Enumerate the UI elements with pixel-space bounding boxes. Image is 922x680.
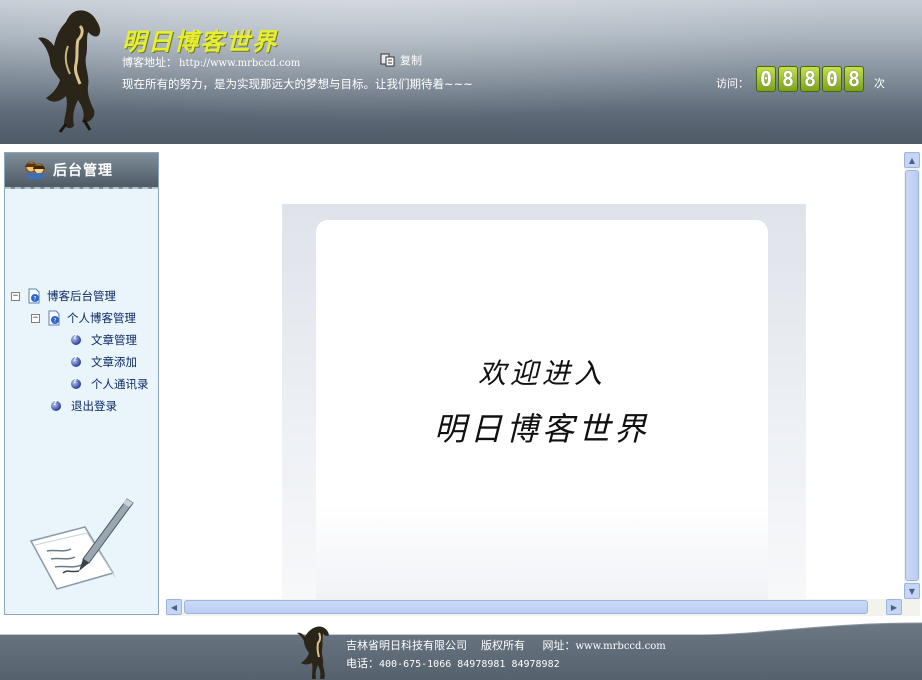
collapse-toggle-icon[interactable]: −	[11, 291, 20, 301]
tree-label: 文章添加	[91, 355, 137, 369]
sidebar: 后台管理 − ? 博客后台管理 − ? 个人博客管理 文章管理	[4, 152, 159, 615]
blog-address-url[interactable]: http://www.mrbccd.com	[179, 58, 300, 69]
header-banner: 明日博客世界 博客地址： http://www.mrbccd.com 复制 现在所…	[0, 0, 922, 144]
counter-digit: 0	[756, 66, 776, 92]
admin-users-icon	[25, 161, 45, 179]
tree-label: 退出登录	[71, 399, 117, 413]
help-bullet-icon	[51, 399, 61, 411]
tree-item-address-book[interactable]: 个人通讯录	[71, 375, 149, 393]
tree-item-logout[interactable]: 退出登录	[51, 397, 117, 415]
welcome-panel: 欢迎进入 明日博客世界	[282, 204, 806, 600]
welcome-blog-name: 明日博客世界	[433, 410, 650, 448]
visit-unit: 次	[874, 77, 885, 90]
footer: 吉林省明日科技有限公司 版权所有 网址：www.mrbccd.com 电话：40…	[0, 619, 922, 680]
copy-label: 复制	[400, 54, 422, 67]
help-bullet-icon	[71, 355, 81, 367]
copy-button[interactable]: 复制	[380, 52, 422, 68]
counter-digit: 8	[778, 66, 798, 92]
tree-label: 文章管理	[91, 333, 137, 347]
tree-item-article-manage[interactable]: 文章管理	[71, 331, 137, 349]
footer-site-link[interactable]: www.mrbccd.com	[575, 641, 665, 652]
counter-digit: 8	[844, 66, 864, 92]
horizontal-scrollbar[interactable]: ◀ ▶	[166, 599, 904, 616]
blog-motto: 现在所有的努力，是为实现那远大的梦想与目标。让我们期待着~~~	[122, 77, 473, 91]
welcome-text: 欢迎进入	[477, 357, 606, 390]
sidebar-header: 后台管理	[5, 153, 158, 189]
footer-phone-numbers: 400-675-1066 84978981 84978982	[379, 659, 560, 670]
help-bullet-icon	[71, 333, 81, 345]
tree-node-personal-blog[interactable]: − ? 个人博客管理	[31, 309, 136, 327]
content-frame: 欢迎进入 明日博客世界	[166, 152, 920, 616]
scroll-left-icon[interactable]: ◀	[166, 599, 182, 615]
footer-copyright: 吉林省明日科技有限公司 版权所有 网址：www.mrbccd.com	[346, 637, 666, 653]
footer-site-label: 网址：	[542, 639, 576, 652]
counter-digit: 0	[822, 66, 842, 92]
horizontal-scroll-thumb[interactable]	[184, 600, 868, 614]
footer-phone-label: 电话：	[346, 657, 379, 670]
footer-rights: 版权所有	[481, 639, 525, 652]
pen-and-paper-icon	[29, 498, 134, 590]
horse-logo-icon	[297, 626, 329, 679]
scroll-down-icon[interactable]: ▼	[904, 583, 920, 599]
counter-digit: 8	[800, 66, 820, 92]
tree-item-article-add[interactable]: 文章添加	[71, 353, 137, 371]
horse-logo-icon	[38, 10, 101, 133]
blog-title: 明日博客世界	[122, 27, 278, 56]
vertical-scrollbar[interactable]: ▲ ▼	[904, 152, 920, 599]
welcome-card: 欢迎进入 明日博客世界	[316, 220, 768, 600]
scroll-up-icon[interactable]: ▲	[904, 152, 920, 168]
visit-counter: 0 8 8 0 8	[756, 66, 864, 92]
tree-node-blog-admin[interactable]: − ? 博客后台管理	[11, 287, 116, 305]
tree-label: 博客后台管理	[47, 289, 116, 303]
svg-text:?: ?	[53, 318, 56, 325]
tree-label: 个人博客管理	[67, 311, 136, 325]
copy-icon	[380, 53, 395, 67]
help-document-icon: ?	[48, 310, 60, 326]
blog-address-label: 博客地址：	[122, 56, 177, 69]
blog-address: 博客地址： http://www.mrbccd.com	[122, 54, 300, 70]
footer-wave	[0, 619, 922, 635]
sidebar-title: 后台管理	[53, 163, 113, 179]
help-document-icon: ?	[28, 288, 40, 304]
scrollbar-corner	[904, 599, 920, 616]
footer-company-name: 吉林省明日科技有限公司	[346, 639, 467, 652]
help-bullet-icon	[71, 377, 81, 389]
tree-label: 个人通讯录	[91, 377, 149, 391]
visit-label: 访问：	[716, 77, 749, 90]
vertical-scroll-thumb[interactable]	[905, 170, 919, 581]
collapse-toggle-icon[interactable]: −	[31, 313, 40, 323]
svg-text:?: ?	[33, 296, 36, 303]
scroll-right-icon[interactable]: ▶	[886, 599, 902, 615]
footer-contact: 电话：400-675-1066 84978981 84978982	[346, 655, 560, 671]
